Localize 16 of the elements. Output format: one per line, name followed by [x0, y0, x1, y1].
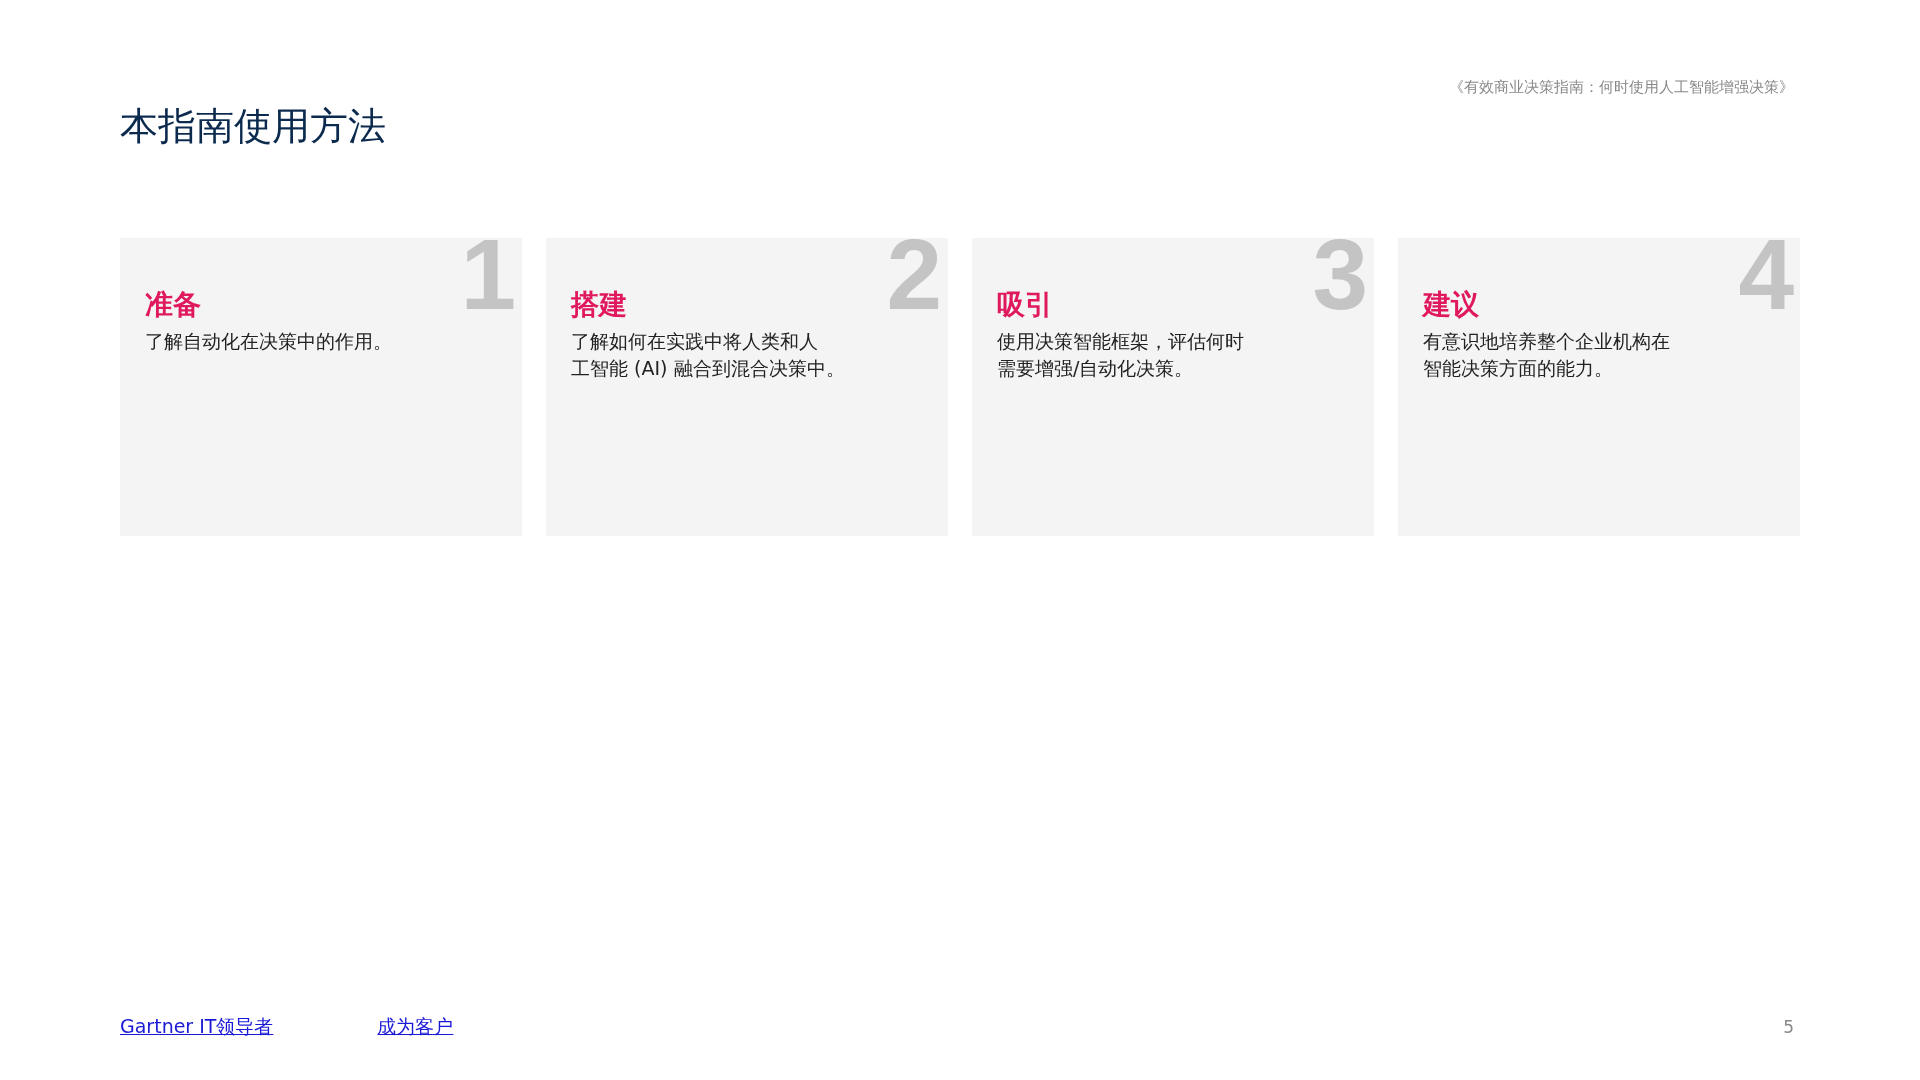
card-heading: 建议 [1423, 288, 1480, 322]
card-heading: 吸引 [997, 288, 1054, 322]
card-text: 工智能 (AI) 融合到混合决策中。 [571, 356, 845, 381]
card-heading: 搭建 [571, 288, 628, 322]
card-text: 有意识地培养整个企业机构在 [1423, 329, 1670, 354]
card-text: 使用决策智能框架，评估何时 [997, 329, 1244, 354]
card-text: 智能决策方面的能力。 [1423, 356, 1613, 381]
page-number: 5 [1783, 1017, 1794, 1037]
card-text: 需要增强/自动化决策。 [997, 356, 1194, 381]
card-text: 了解自动化在决策中的作用。 [145, 329, 392, 354]
document-title: 《有效商业决策指南：何时使用人工智能增强决策》 [1449, 78, 1794, 97]
card-text: 了解如何在实践中将人类和人 [571, 329, 818, 354]
page-title: 本指南使用方法 [120, 103, 387, 150]
card-heading: 准备 [145, 288, 202, 322]
footer-link[interactable]: 成为客户 [377, 1014, 454, 1040]
footer-link[interactable]: Gartner IT领导者 [120, 1014, 274, 1040]
